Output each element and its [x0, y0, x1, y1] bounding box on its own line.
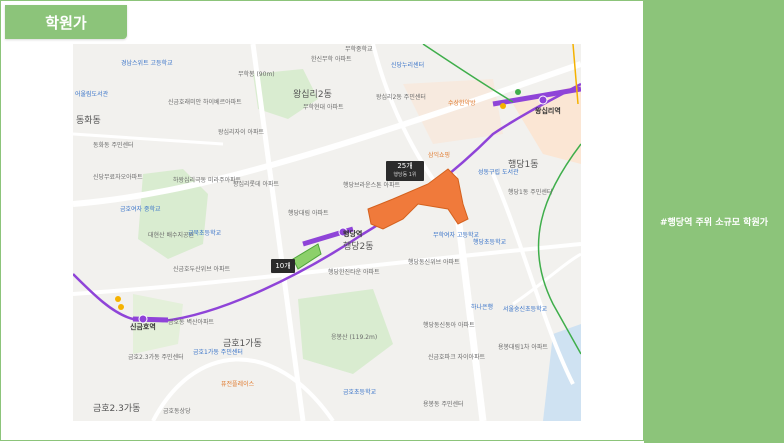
map-label: 행당동신동아 아파트 — [423, 322, 475, 329]
map-label: 금호초등학교 — [343, 389, 377, 396]
map-label: 신금호래미안 하이베르아파트 — [168, 99, 242, 106]
station-wangsimni: 왕십리역 — [535, 107, 561, 115]
map-label: 금호1가동 주민센터 — [193, 349, 243, 356]
map-label: 무학중학교 — [345, 46, 373, 53]
large-academy-marker[interactable]: 25개 행당동 1위 — [386, 161, 424, 181]
map-label: 무학여자 고등학교 — [433, 232, 480, 239]
map-label: 행당브라운스톤 아파트 — [343, 182, 401, 189]
area-hwadong: 동화동 — [76, 116, 101, 126]
large-marker-count: 25개 — [397, 162, 413, 170]
section-tab: 학원가 — [5, 5, 127, 39]
area-haengdang2: 행당2동 — [343, 242, 374, 252]
side-panel: #행당역 주위 소규모 학원가 — [644, 0, 784, 443]
map-label: 하왕십리극동 미라주아파트 — [173, 177, 242, 184]
section-title: 학원가 — [45, 13, 87, 32]
map-label: 행당초등학교 — [473, 239, 507, 246]
large-marker-sub: 행당동 1위 — [393, 172, 417, 178]
map-label: 금호2.3가동 주민센터 — [128, 354, 184, 361]
map-label: 한신무학 아파트 — [311, 56, 352, 63]
map-label: 왕십리롯데 아파트 — [233, 181, 280, 188]
map-label: 왕십리2동 주민센터 — [376, 94, 426, 101]
map-label: 행당1동 주민센터 — [508, 189, 553, 196]
map-label: 동화동 주민센터 — [93, 142, 134, 149]
map-label: 금호동상당 — [163, 408, 191, 415]
station-singeumho: 신금호역 — [130, 323, 156, 331]
map-label: 신금호두산위브 아파트 — [173, 266, 231, 273]
map-label: 행당한진타운 아파트 — [328, 269, 380, 276]
area-wangsimni2: 왕십리2동 — [293, 90, 332, 100]
map-label: 금북초등학교 — [188, 230, 222, 237]
map-label: 퓨전플레이스 — [221, 381, 255, 388]
map-label: 행당동신위브 아파트 — [408, 259, 460, 266]
map-label: 용봉동 주민센터 — [423, 401, 464, 408]
area-haengdang1: 행당1동 — [508, 160, 539, 170]
map-label: 용봉대림1차 아파트 — [498, 344, 548, 351]
map-label: 행당대림 아파트 — [288, 210, 329, 217]
small-academy-marker[interactable]: 10개 — [271, 259, 295, 273]
side-hashtag: #행당역 주위 소규모 학원가 — [659, 218, 769, 228]
map-label: 금호여자 중학교 — [120, 206, 161, 213]
map-label: 왕십리자이 아파트 — [218, 129, 265, 136]
content-frame: 학원가 25개 행당동 1위 10개 신금호역 행당역 왕십리역 왕십리2동 행… — [0, 0, 644, 441]
map-label: 어울림도서관 — [75, 91, 109, 98]
map-label: 경남스위트 고등학교 — [121, 60, 173, 67]
station-haengdang: 행당역 — [343, 230, 363, 238]
area-geumho23: 금호2.3가동 — [93, 404, 141, 414]
map-image: 25개 행당동 1위 10개 신금호역 행당역 왕십리역 왕십리2동 행당1동 … — [73, 44, 581, 421]
map-label: 신당무료자오아파트 — [93, 174, 143, 181]
map-label: 삼익쇼핑 — [428, 152, 451, 159]
map-label: 금호동 벽산아파트 — [168, 319, 215, 326]
small-marker-count: 10개 — [275, 262, 291, 270]
map-label: 신당누리센터 — [391, 62, 425, 69]
map-label: 무학현대 아파트 — [303, 104, 344, 111]
map-label: 하나은행 — [471, 304, 494, 311]
map-label: 신금호파크 자이아파트 — [428, 354, 486, 361]
map-label: 성동구립 도서관 — [478, 169, 519, 176]
map-label: 서울숭신초등학교 — [503, 306, 548, 313]
map-label: 응봉산 (119.2m) — [331, 334, 378, 341]
map-label: 무학봉 (90m) — [238, 71, 275, 78]
area-geumho1: 금호1가동 — [223, 339, 262, 349]
map-label: 수상한약방 — [448, 100, 476, 107]
